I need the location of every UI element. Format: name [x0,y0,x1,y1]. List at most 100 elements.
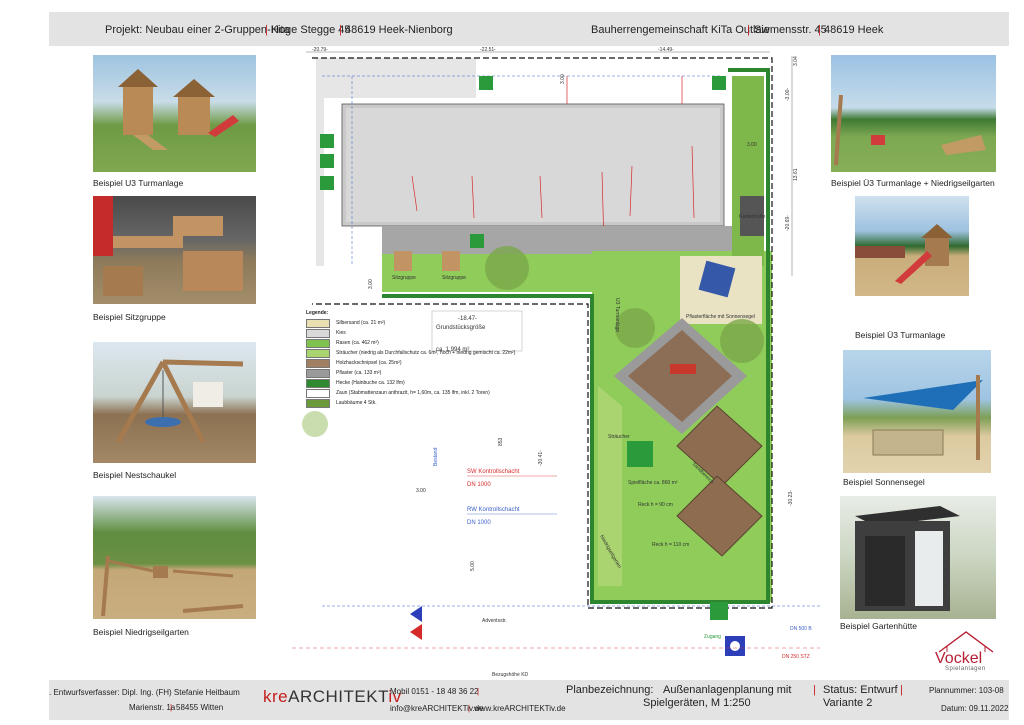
label-reck: Reck h = 110 cm [652,542,689,548]
legend-swatch [306,358,330,368]
rw-dn: DN 1000 [467,520,491,526]
plannummer: Plannummer: 103-08 [929,686,1004,695]
legend-item: Sträucher (niedrig als Durchfallschutz c… [306,348,536,358]
legend-item: Pflaster (ca. 133 m²) [306,368,536,378]
label-spielflaeche: Spielfläche ca. 860 m² [628,480,678,486]
plan-value: Außenanlagenplanung mit [663,684,792,696]
footer-bar: . Entwurfsverfasser: Dipl. Ing. (FH) Ste… [49,680,1009,720]
exit-sign [479,76,493,90]
legend-item: Rasen (ca. 462 m²) [306,338,536,348]
status: Status: Entwurf [823,684,898,696]
caption: Beispiel Sitzgruppe [93,312,166,322]
web: www.kreARCHITEKTiv.de [474,704,566,713]
caption: Beispiel Gartenhütte [840,621,918,631]
dim-label: -22.51- [480,47,496,53]
legend-item: Hecke (Hainbuche ca. 132 lfm) [306,378,536,388]
label-bestand: Bestand [433,447,439,466]
separator: | [170,703,173,712]
separator: | [477,687,480,696]
legend-swatch [306,338,330,348]
client-street: Siemensstr. 45 [754,24,827,36]
dim-label: 5.00 [470,561,476,571]
legend-swatch [306,368,330,378]
caption: Beispiel Niedrigseilgarten [93,627,189,637]
caption: Beispiel Ü3 Turmanlage [855,330,946,340]
legend-swatch [306,348,330,358]
dim-label: -3.00- [785,88,791,101]
separator: | [813,684,816,696]
city: 58455 Witten [176,703,224,712]
separator: | [339,24,342,36]
header-bar: Projekt: Neubau einer 2-Gruppen-Kita | H… [49,12,1009,46]
label-sitzgruppe: Sitzgruppe [392,275,416,281]
dim-label: -20.79- [312,47,328,53]
label-zugang: Zugang [704,634,721,640]
legend-label: Pflaster (ca. 133 m²) [336,370,382,376]
legend-label: Hecke (Hainbuche ca. 132 lfm) [336,380,405,386]
rw-title: RW Kontrollschacht [467,507,520,513]
dim-label: 3.00 [747,142,757,148]
label-gartenhuette: Gartenhütte [739,214,766,220]
dim-label: -30.23- [788,490,794,506]
label-sitzgruppe: Sitzgruppe [442,275,466,281]
label-u3: U3 Turmanlage [614,298,620,332]
project-city: 48619 Heek-Nienborg [345,24,453,36]
variante: Variante 2 [823,697,873,709]
sw-dn: DN 1000 [467,482,491,488]
separator: | [468,704,471,713]
label-flurstueck: 853 [498,437,504,446]
label-reck: Reck h = 90 cm [638,502,673,508]
dim-label: -30.41- [538,450,544,466]
label-dn500: DN 500 B [790,626,812,632]
legend-swatch [306,398,330,408]
separator: | [265,24,268,36]
label-pflaster: Pflasterfläche mit Sonnensegel [686,314,755,320]
dim-label: 3.00 [416,488,426,494]
mobil: Mobil 0151 - 18 48 36 22 [390,687,479,696]
legend-item: Laubbäume 4 Stk. [306,398,536,408]
legend: Legende: Silbersand (ca. 21 m²) Kies Rasen… [306,308,536,408]
plan-value: Spielgeräten, M 1:250 [643,697,751,709]
photo-ue3-turmanlage [855,196,969,296]
legend-item: Zaun (Stabmattenzaun anthrazit, h= 1,60m… [306,388,536,398]
legend-item: Kies [306,328,536,338]
dim-label: -14.49- [658,47,674,53]
dim-label: 3.00 [560,74,566,84]
photo-nestschaukel [93,342,256,463]
caption: Beispiel Sonnensegel [843,477,925,487]
legend-label: Zaun (Stabmattenzaun anthrazit, h= 1,60m… [336,390,490,396]
legend-item: Holzhackschnipsel (ca. 25m²) [306,358,536,368]
photo-gartenhuette [840,496,996,619]
client-name: Bauherrengemeinschaft KiTa Outlaw [591,24,770,36]
legend-label: Holzhackschnipsel (ca. 25m²) [336,360,402,366]
legend-label: Sträucher (niedrig als Durchfallschutz c… [336,350,516,356]
dim-label: -20.69- [785,215,791,231]
caption: Beispiel U3 Turmanlage [93,178,184,188]
legend-swatch [306,318,330,328]
vockel-logo: Vockel Spielanlagen [933,628,999,676]
photo-sonnensegel [843,350,991,473]
plan-label: Planbezeichnung: [566,684,654,696]
kreativ-logo: kreARCHITEKTiv [263,687,402,706]
separator: | [900,684,903,696]
sw-title: SW Kontrollschacht [467,469,520,475]
label-bezugshoehe: Bezugshöhe KD [492,672,529,678]
legend-swatch [306,328,330,338]
dim-label: 13.61 [793,168,799,181]
project-title: Projekt: Neubau einer 2-Gruppen-Kita [105,24,290,36]
dim-label: 3.04 [793,56,799,66]
caption: Beispiel Ü3 Turmanlage + Niedrigseilgart… [831,178,995,188]
entwurfsverfasser: . Entwurfsverfasser: Dipl. Ing. (FH) Ste… [49,688,240,697]
legend-label: Kies [336,330,346,336]
datum: Datum: 09.11.2022 [941,704,1009,713]
legend-swatch [306,388,330,398]
photo-niedrigseilgarten [93,496,256,619]
dim-label: 3.00 [368,279,374,289]
label-dn250: DN 250 STZ [782,654,810,660]
legend-swatch [306,378,330,388]
client-city: 48619 Heek [824,24,884,36]
caption: Beispiel Nestschaukel [93,470,177,480]
photo-u3-turmanlage [93,55,256,172]
vockel-sub: Spielanlagen [945,666,986,672]
photo-sitzgruppe [93,196,256,304]
